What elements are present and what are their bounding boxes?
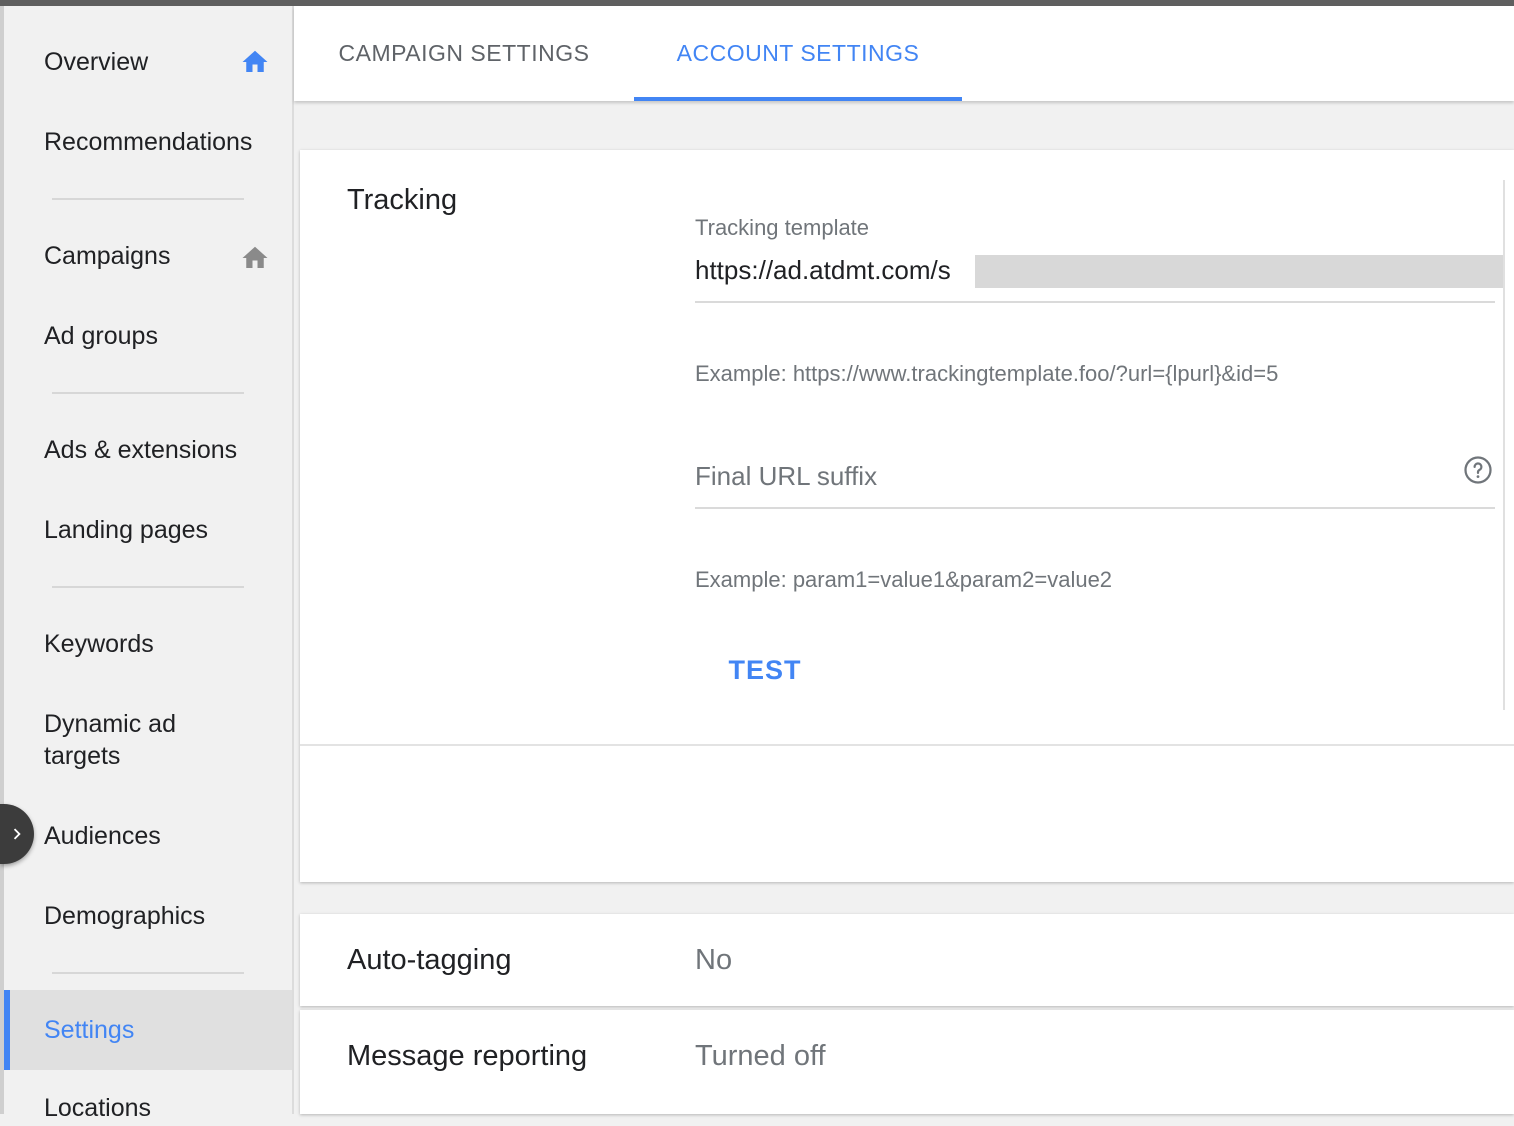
sidebar-item-ad-groups[interactable]: Ad groups	[4, 318, 292, 354]
sidebar-divider	[52, 198, 244, 200]
sidebar-item-recommendations[interactable]: Recommendations	[4, 124, 292, 160]
tracking-template-input[interactable]: https://ad.atdmt.com/s	[695, 255, 951, 286]
auto-tagging-row[interactable]: Auto-tagging No	[300, 914, 1514, 1006]
sidebar-item-label: Overview	[44, 48, 149, 76]
sidebar-item-label: Demographics	[44, 902, 206, 930]
sidebar-item-dynamic-ad-targets[interactable]: Dynamic ad targets	[4, 706, 292, 774]
tracking-template-label: Tracking template	[695, 215, 870, 240]
sidebar: Overview Recommendations Campaigns Ad gr…	[4, 6, 292, 1122]
active-tab-indicator	[634, 97, 962, 101]
help-circle-icon[interactable]	[1463, 455, 1493, 485]
sidebar-divider	[52, 392, 244, 394]
message-reporting-value: Turned off	[695, 1040, 826, 1072]
card-divider	[300, 744, 1514, 746]
auto-tagging-label: Auto-tagging	[347, 944, 512, 976]
chevron-right-icon	[13, 828, 21, 840]
tab-account-settings[interactable]: ACCOUNT SETTINGS	[634, 6, 962, 101]
sidebar-item-label: Recommendations	[44, 128, 253, 156]
tab-bar: CAMPAIGN SETTINGS ACCOUNT SETTINGS	[294, 6, 1514, 101]
sidebar-item-label: Ads & extensions	[44, 436, 238, 464]
message-reporting-label: Message reporting	[347, 1040, 588, 1072]
sidebar-border	[292, 6, 294, 1114]
sidebar-item-audiences[interactable]: Audiences	[4, 818, 292, 854]
sidebar-item-keywords[interactable]: Keywords	[4, 626, 292, 662]
final-url-suffix-input[interactable]: Final URL suffix	[695, 461, 877, 492]
sidebar-item-label: Audiences	[44, 822, 161, 850]
test-button[interactable]: TEST	[710, 645, 820, 695]
home-icon	[242, 50, 268, 72]
tab-campaign-settings[interactable]: CAMPAIGN SETTINGS	[314, 6, 614, 101]
auto-tagging-value: No	[695, 944, 733, 976]
sidebar-item-label: Locations	[44, 1094, 152, 1122]
sidebar-item-label: Settings	[44, 1016, 135, 1044]
redacted-region	[975, 255, 1503, 288]
sidebar-item-landing-pages[interactable]: Landing pages	[4, 512, 292, 548]
home-icon	[242, 246, 268, 268]
sidebar-item-campaigns[interactable]: Campaigns	[4, 238, 292, 274]
sidebar-item-ads-extensions[interactable]: Ads & extensions	[4, 432, 292, 468]
sidebar-divider	[52, 972, 244, 974]
tracking-title: Tracking	[347, 184, 458, 216]
sidebar-item-locations[interactable]: Locations	[4, 1090, 292, 1126]
sidebar-item-label: Ad groups	[44, 322, 158, 350]
tracking-card: Tracking Tracking template https://ad.at…	[300, 150, 1514, 882]
sidebar-item-label: Keywords	[44, 630, 154, 658]
sidebar-item-label: Campaigns	[44, 242, 171, 270]
message-reporting-row[interactable]: Message reporting Turned off	[300, 1010, 1514, 1114]
tracking-template-underline	[695, 301, 1495, 303]
tracking-template-example: Example: https://www.trackingtemplate.fo…	[695, 361, 1279, 386]
final-url-suffix-example: Example: param1=value1&param2=value2	[695, 567, 1113, 592]
sidebar-item-settings[interactable]: Settings	[4, 990, 292, 1070]
sidebar-item-demographics[interactable]: Demographics	[4, 898, 292, 934]
sidebar-item-label: Landing pages	[44, 516, 209, 544]
sidebar-item-overview[interactable]: Overview	[4, 44, 292, 80]
sidebar-divider	[52, 586, 244, 588]
final-url-suffix-underline	[695, 507, 1495, 509]
sidebar-item-label: Dynamic ad targets	[44, 710, 176, 770]
scrollbar-track[interactable]	[1503, 180, 1505, 710]
